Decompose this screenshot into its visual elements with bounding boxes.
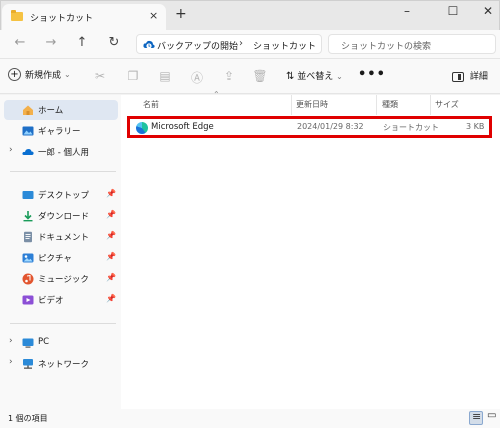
tab-shortcut[interactable]: ショットカット × xyxy=(2,4,166,30)
navigation-bar: ← → ↑ ↻ バックアップの開始 › ショットカット ショットカットの検索 xyxy=(0,30,500,58)
chevron-right-icon[interactable]: › xyxy=(9,357,13,367)
sidebar-divider xyxy=(10,323,116,324)
column-header-type[interactable]: 種類 xyxy=(382,99,398,110)
chevron-right-icon: › xyxy=(239,38,243,49)
sidebar-item-home[interactable]: ホーム xyxy=(4,100,118,120)
paste-icon[interactable]: ▤ xyxy=(157,69,173,85)
command-bar: + 新規作成 ⌄ ✂ ❐ ▤ Ⓐ ⇪ 🗑 ⇅ 並べ替え ⌄ ••• 詳細 xyxy=(0,58,500,94)
details-view-button[interactable] xyxy=(469,410,483,425)
folder-icon xyxy=(11,10,23,21)
back-button[interactable]: ← xyxy=(12,35,28,50)
file-type: ショートカット xyxy=(383,123,439,132)
refresh-button[interactable]: ↻ xyxy=(106,35,122,50)
sidebar-item-pc[interactable]: › PC xyxy=(4,333,118,353)
share-icon[interactable]: ⇪ xyxy=(221,69,237,85)
sort-ascending-icon: ⌃ xyxy=(213,90,220,99)
pin-icon[interactable]: 📌 xyxy=(106,294,116,303)
pin-icon[interactable]: 📌 xyxy=(106,210,116,219)
pictures-icon xyxy=(22,253,34,263)
column-divider[interactable] xyxy=(376,95,377,115)
sidebar-item-gallery[interactable]: ギャラリー xyxy=(4,121,118,141)
breadcrumb-backup[interactable]: バックアップの開始 xyxy=(157,39,238,52)
navigation-pane: ホーム ギャラリー › 一郎 - 個人用 デスクトップ 📌 ダウンロード 📌 ド… xyxy=(0,95,121,409)
chevron-right-icon[interactable]: › xyxy=(9,145,13,155)
column-divider[interactable] xyxy=(291,95,292,115)
search-placeholder: ショットカットの検索 xyxy=(341,42,432,52)
sidebar-item-onedrive[interactable]: › 一郎 - 個人用 xyxy=(4,142,118,162)
home-icon xyxy=(23,105,33,115)
sidebar-item-desktop[interactable]: デスクトップ 📌 xyxy=(4,185,118,205)
cut-icon[interactable]: ✂ xyxy=(92,69,108,85)
new-button[interactable]: + 新規作成 ⌄ xyxy=(8,68,71,86)
more-options-button[interactable]: ••• xyxy=(358,67,386,82)
item-count: 1 個の項目 xyxy=(8,414,48,423)
file-modified: 2024/01/29 8:32 xyxy=(297,122,364,131)
sort-icon: ⇅ xyxy=(286,71,295,82)
column-divider[interactable] xyxy=(430,95,431,115)
rename-icon[interactable]: Ⓐ xyxy=(189,69,205,85)
minimize-button[interactable]: – xyxy=(397,4,417,18)
maximize-button[interactable]: ☐ xyxy=(443,4,463,18)
details-button[interactable]: 詳細 xyxy=(452,69,488,82)
column-header-modified[interactable]: 更新日時 xyxy=(296,99,328,110)
plus-icon: + xyxy=(8,68,21,81)
search-input[interactable]: ショットカットの検索 xyxy=(328,34,496,54)
tiles-view-button[interactable] xyxy=(486,410,498,425)
sidebar-item-music[interactable]: ミュージック 📌 xyxy=(4,269,118,289)
up-button[interactable]: ↑ xyxy=(74,35,90,50)
tab-title: ショットカット xyxy=(30,14,94,24)
edge-icon xyxy=(136,122,148,134)
sidebar-item-documents[interactable]: ドキュメント 📌 xyxy=(4,227,118,247)
forward-button[interactable]: → xyxy=(43,35,59,50)
pc-icon xyxy=(22,338,34,348)
chevron-down-icon: ⌄ xyxy=(64,70,71,79)
column-header-size[interactable]: サイズ xyxy=(435,99,459,110)
status-bar: 1 個の項目 xyxy=(0,409,500,428)
download-icon xyxy=(23,211,33,222)
sidebar-item-network[interactable]: › ネットワーク xyxy=(4,354,118,374)
breadcrumb-shortcut[interactable]: ショットカット xyxy=(253,39,316,52)
pin-icon[interactable]: 📌 xyxy=(106,273,116,282)
file-name: Microsoft Edge xyxy=(151,122,214,132)
pin-icon[interactable]: 📌 xyxy=(106,231,116,240)
network-icon xyxy=(23,359,33,369)
onedrive-icon xyxy=(22,149,34,155)
pin-icon[interactable]: 📌 xyxy=(106,189,116,198)
details-pane-icon xyxy=(452,71,464,82)
backup-cloud-icon xyxy=(143,40,155,49)
pin-icon[interactable]: 📌 xyxy=(106,252,116,261)
chevron-right-icon[interactable]: › xyxy=(9,336,13,346)
column-header-name[interactable]: 名前 xyxy=(143,99,159,110)
table-row[interactable]: Microsoft Edge 2024/01/29 8:32 ショートカット 3… xyxy=(127,116,492,138)
desktop-icon xyxy=(22,191,34,199)
close-window-button[interactable]: ✕ xyxy=(478,4,498,18)
close-tab-icon[interactable]: × xyxy=(149,9,158,22)
address-bar[interactable]: バックアップの開始 › ショットカット xyxy=(136,34,322,54)
chevron-down-icon: ⌄ xyxy=(336,72,343,81)
video-icon xyxy=(22,295,34,305)
sidebar-item-pictures[interactable]: ピクチャ 📌 xyxy=(4,248,118,268)
delete-icon[interactable]: 🗑 xyxy=(252,69,268,85)
copy-icon[interactable]: ❐ xyxy=(125,69,141,85)
sidebar-divider xyxy=(10,171,116,172)
sidebar-item-videos[interactable]: ビデオ 📌 xyxy=(4,290,118,310)
sidebar-item-downloads[interactable]: ダウンロード 📌 xyxy=(4,206,118,226)
new-tab-button[interactable]: + xyxy=(175,6,187,22)
music-icon xyxy=(22,273,34,285)
file-size: 3 KB xyxy=(466,122,485,131)
document-icon xyxy=(24,231,32,243)
gallery-icon xyxy=(22,126,34,136)
sort-button[interactable]: ⇅ 並べ替え ⌄ xyxy=(286,69,343,82)
file-list: ⌃ 名前 更新日時 種類 サイズ Microsoft Edge 2024/01/… xyxy=(121,90,500,409)
